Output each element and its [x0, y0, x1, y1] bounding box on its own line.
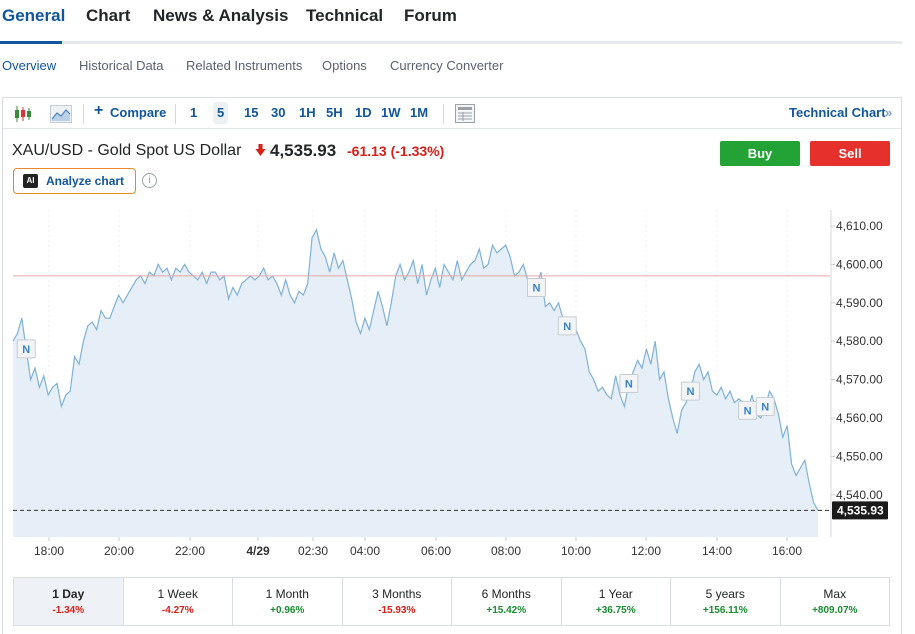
- info-icon[interactable]: i: [142, 173, 157, 188]
- period-change: +0.96%: [270, 605, 305, 616]
- news-marker[interactable]: N: [557, 316, 577, 336]
- watermark-brand: Investing: [28, 426, 121, 451]
- ai-icon: AI: [23, 174, 38, 188]
- main-tabs: General Chart News & Analysis Technical …: [0, 0, 902, 44]
- table-view-icon[interactable]: [455, 104, 475, 123]
- news-marker[interactable]: N: [738, 400, 758, 420]
- news-marker-label: N: [625, 378, 633, 390]
- interval-1d[interactable]: 1D: [355, 105, 372, 120]
- analyze-chart-button[interactable]: AI Analyze chart: [13, 168, 136, 194]
- period-1-year[interactable]: 1 Year +36.75%: [562, 578, 671, 625]
- period-change: -1.34%: [52, 605, 85, 616]
- period-6-months[interactable]: 6 Months +15.42%: [452, 578, 562, 625]
- news-marker-label: N: [532, 282, 540, 294]
- news-marker-label: N: [761, 401, 769, 413]
- period-change: +36.75%: [595, 605, 636, 616]
- period-change: -15.93%: [378, 605, 416, 616]
- period-1-day[interactable]: 1 Day -1.34%: [14, 578, 124, 625]
- period-performance: 1 Day -1.34% 1 Week -4.27% 1 Month +0.96% 3 Mo…: [13, 577, 890, 626]
- period-1-month[interactable]: 1 Month +0.96%: [233, 578, 343, 625]
- period-change: +156.11%: [702, 605, 748, 616]
- tab-news-analysis[interactable]: News & Analysis: [153, 6, 288, 26]
- news-marker-label: N: [686, 386, 694, 398]
- active-tab-indicator: [0, 41, 62, 44]
- news-marker[interactable]: N: [16, 339, 36, 359]
- compare-button[interactable]: Compare: [110, 105, 166, 120]
- candlestick-icon[interactable]: [13, 105, 33, 123]
- news-marker[interactable]: N: [526, 277, 546, 297]
- news-marker[interactable]: N: [755, 396, 775, 416]
- period-3-months[interactable]: 3 Months -15.93%: [343, 578, 452, 625]
- plus-icon[interactable]: +: [94, 102, 103, 120]
- interval-5h[interactable]: 5H: [326, 105, 343, 120]
- interval-5[interactable]: 5: [213, 102, 229, 124]
- news-marker-label: N: [744, 405, 752, 417]
- news-marker-label: N: [22, 344, 30, 356]
- period-max[interactable]: Max +809.07%: [781, 578, 890, 625]
- period-label: 1 Month: [265, 587, 309, 601]
- interval-30[interactable]: 30: [271, 105, 285, 120]
- tab-technical[interactable]: Technical: [306, 6, 383, 26]
- period-label: 1 Week: [157, 587, 198, 601]
- subtab-options[interactable]: Options: [322, 58, 367, 73]
- watermark-suffix: .com: [120, 431, 155, 450]
- period-label: Max: [823, 587, 847, 601]
- period-label: 5 years: [705, 587, 745, 601]
- period-change: +809.07%: [812, 605, 858, 616]
- interval-1w[interactable]: 1W: [381, 105, 401, 120]
- period-label: 1 Year: [598, 587, 633, 601]
- period-5-years[interactable]: 5 years +156.11%: [671, 578, 781, 625]
- tab-forum[interactable]: Forum: [404, 6, 457, 26]
- interval-15[interactable]: 15: [244, 105, 258, 120]
- chevron-right-icon: »: [885, 105, 893, 120]
- tab-general[interactable]: General: [2, 6, 65, 26]
- period-label: 3 Months: [372, 587, 422, 601]
- change-value: -61.13: [347, 143, 387, 159]
- subtab-overview[interactable]: Overview: [2, 58, 56, 73]
- subtab-related-instruments[interactable]: Related Instruments: [186, 58, 302, 73]
- area-chart-icon[interactable]: [50, 105, 72, 123]
- price-change: -61.13 (-1.33%): [347, 143, 444, 159]
- buy-button[interactable]: Buy: [720, 141, 800, 166]
- period-label: 6 Months: [481, 587, 531, 601]
- analyze-chart-label: Analyze chart: [46, 174, 125, 188]
- subtab-historical-data[interactable]: Historical Data: [79, 58, 164, 73]
- interval-1[interactable]: 1: [190, 105, 197, 120]
- toolbar-divider: [83, 104, 84, 124]
- down-arrow-icon: [255, 144, 266, 156]
- current-price: 4,535.93: [270, 141, 337, 160]
- tab-chart[interactable]: Chart: [86, 6, 130, 26]
- toolbar-divider: [443, 104, 444, 124]
- subtab-currency-converter[interactable]: Currency Converter: [390, 58, 503, 73]
- instrument-title: XAU/USD - Gold Spot US Dollar: [12, 142, 242, 159]
- period-1-week[interactable]: 1 Week -4.27%: [124, 578, 233, 625]
- toolbar-divider: [175, 104, 176, 124]
- period-change: +15.42%: [486, 605, 527, 616]
- technical-chart-link[interactable]: Technical Chart: [789, 105, 886, 120]
- chart-toolbar: + Compare 1 5 15 30 1H 5H 1D 1W 1M Techn…: [3, 98, 901, 129]
- period-label: 1 Day: [52, 587, 85, 601]
- change-percent: (-1.33%): [390, 143, 445, 159]
- news-marker-label: N: [563, 321, 571, 333]
- news-marker[interactable]: N: [680, 381, 700, 401]
- chart-widget: + Compare 1 5 15 30 1H 5H 1D 1W 1M Techn…: [2, 97, 902, 634]
- interval-1m[interactable]: 1M: [410, 105, 428, 120]
- investing-watermark: Investing.com: [28, 426, 155, 452]
- sell-button[interactable]: Sell: [810, 141, 890, 166]
- interval-1h[interactable]: 1H: [299, 105, 316, 120]
- news-marker[interactable]: N: [619, 373, 639, 393]
- period-change: -4.27%: [161, 605, 194, 616]
